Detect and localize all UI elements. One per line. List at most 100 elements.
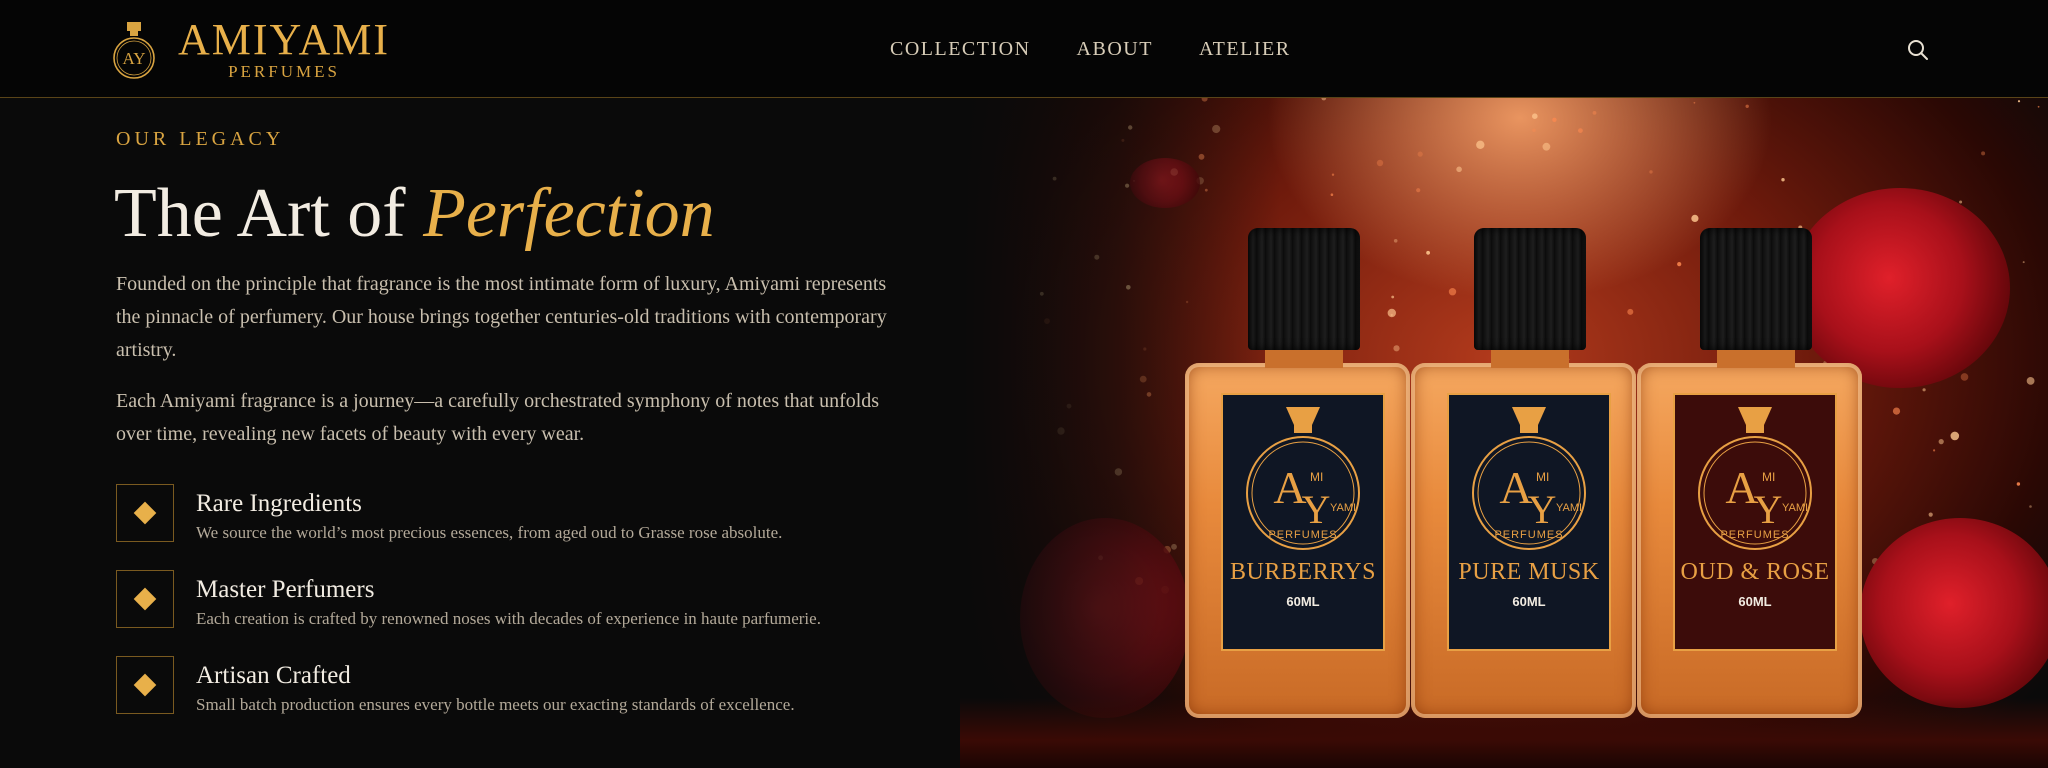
sparkle [1693, 101, 1696, 104]
main-nav: COLLECTION ABOUT ATELIER [890, 38, 1337, 61]
sparkle [2026, 377, 2035, 385]
intro-paragraph-1: Founded on the principle that fragrance … [116, 273, 887, 361]
brand-logo[interactable]: AY AMIYAMI PERFUMES [112, 18, 390, 82]
nav-collection[interactable]: COLLECTION [890, 38, 1031, 61]
sparkle [1981, 151, 1986, 156]
title-prefix: The Art of [114, 175, 424, 252]
feature-title: Artisan Crafted [196, 662, 351, 689]
amiyami-emblem-icon: A Y MI YAMI PERFUMES [1246, 407, 1360, 550]
feature-icon-box [116, 570, 174, 628]
sparkle [1417, 151, 1423, 157]
emblem-perfumes: PERFUMES [1720, 529, 1789, 541]
feature-description: Each creation is crafted by renowned nos… [196, 609, 821, 628]
page-title: The Art of Perfection [114, 172, 715, 256]
sparkle [1922, 388, 1926, 392]
bottle-cap [1474, 228, 1586, 350]
emblem-mi: MI [1310, 470, 1323, 484]
sparkle [1376, 159, 1384, 167]
feature-artisan-crafted: Artisan Crafted Small batch production e… [116, 656, 795, 718]
logo-monogram: AY [123, 49, 146, 68]
bottle-neck [1491, 348, 1569, 368]
emblem-yami: YAMI [1782, 502, 1808, 514]
emblem-yami: YAMI [1330, 502, 1356, 514]
feature-master-perfumers: Master Perfumers Each creation is crafte… [116, 570, 821, 632]
feature-description: Small batch production ensures every bot… [196, 695, 795, 714]
diamond-icon [133, 673, 157, 697]
search-icon[interactable] [1906, 38, 1930, 62]
brand-wordmark: AMIYAMI PERFUMES [178, 18, 390, 82]
sparkle [2029, 505, 2032, 508]
intro-paragraph-2: Each Amiyami fragrance is a journey—a ca… [116, 390, 880, 445]
sparkle [1928, 512, 1933, 517]
product-size: 60ML [1738, 594, 1772, 609]
section-eyebrow: OUR LEGACY [116, 128, 285, 150]
sparkle [1592, 111, 1597, 115]
brand-subtitle: PERFUMES [228, 62, 340, 81]
diamond-icon [133, 501, 157, 525]
sparkle [1476, 140, 1485, 149]
feature-title: Master Perfumers [196, 576, 375, 603]
feature-icon-box [116, 484, 174, 542]
sparkle [1938, 439, 1944, 445]
perfume-bottle-monogram-icon: AY [113, 22, 155, 79]
sparkle [1532, 128, 1536, 133]
product-name: BURBERRYS [1230, 559, 1376, 585]
product-bottle-pure-musk[interactable]: A Y MI YAMI PERFUMES PURE MUSK 60ML [1411, 228, 1636, 718]
brand-name: AMIYAMI [178, 15, 390, 64]
emblem-mi: MI [1536, 470, 1549, 484]
product-size: 60ML [1512, 594, 1546, 609]
product-bottle-oud-rose[interactable]: A Y MI YAMI PERFUMES OUD & ROSE 60ML [1637, 228, 1862, 718]
sparkle [1960, 373, 1969, 381]
bottle-label: A Y MI YAMI PERFUMES OUD & ROSE 60ML [1673, 393, 1837, 651]
sparkle [1552, 117, 1557, 122]
hero-product-image: A Y MI YAMI PERFUMES BURBERRYS 60ML A Y … [960, 98, 2048, 768]
feature-icon-box [116, 656, 174, 714]
feature-title: Rare Ingredients [196, 490, 362, 517]
title-accent: Perfection [423, 175, 715, 252]
amiyami-emblem-icon: A Y MI YAMI PERFUMES [1698, 407, 1812, 550]
sparkle [1416, 188, 1421, 193]
amiyami-emblem-icon: A Y MI YAMI PERFUMES [1472, 407, 1586, 550]
nav-atelier[interactable]: ATELIER [1199, 38, 1291, 61]
emblem-perfumes: PERFUMES [1494, 529, 1563, 541]
diamond-icon [133, 587, 157, 611]
sparkle [1691, 214, 1699, 222]
feature-description: We source the world’s most precious esse… [196, 523, 783, 542]
sparkle [1330, 193, 1334, 196]
sparkle [1321, 98, 1327, 101]
sparkle [1542, 142, 1551, 151]
sparkle [1892, 407, 1901, 415]
product-bottles: A Y MI YAMI PERFUMES BURBERRYS 60ML A Y … [1185, 228, 1863, 718]
sparkle [1781, 178, 1785, 182]
product-size: 60ML [1286, 594, 1320, 609]
emblem-yami: YAMI [1556, 502, 1582, 514]
bottle-cap [1248, 228, 1360, 350]
sparkle [1933, 449, 1936, 452]
rose-decoration [1860, 518, 2048, 708]
emblem-perfumes: PERFUMES [1268, 529, 1337, 541]
feature-rare-ingredients: Rare Ingredients We source the world’s m… [116, 484, 782, 546]
product-bottle-burberrys[interactable]: A Y MI YAMI PERFUMES BURBERRYS 60ML [1185, 228, 1410, 718]
emblem-y: Y [1302, 487, 1331, 532]
sparkle [1532, 113, 1538, 119]
site-header: AY AMIYAMI PERFUMES COLLECTION ABOUT ATE… [0, 0, 2048, 98]
product-name: PURE MUSK [1458, 559, 1600, 585]
product-name: OUD & ROSE [1680, 559, 1830, 585]
sparkle [1331, 173, 1335, 176]
bottle-label: A Y MI YAMI PERFUMES PURE MUSK 60ML [1447, 393, 1611, 651]
bottle-neck [1265, 348, 1343, 368]
sparkle [2017, 100, 2021, 103]
sparkle [1456, 166, 1462, 173]
sparkle [1950, 431, 1960, 441]
bottle-neck [1717, 348, 1795, 368]
nav-about[interactable]: ABOUT [1077, 38, 1153, 61]
bottle-cap [1700, 228, 1812, 350]
sparkle [2022, 261, 2025, 264]
emblem-y: Y [1528, 487, 1557, 532]
emblem-mi: MI [1762, 470, 1775, 484]
sparkle [1649, 170, 1653, 174]
emblem-y: Y [1754, 487, 1783, 532]
bottle-label: A Y MI YAMI PERFUMES BURBERRYS 60ML [1221, 393, 1385, 651]
sparkle [1745, 104, 1749, 108]
sparkle [2016, 482, 2021, 486]
